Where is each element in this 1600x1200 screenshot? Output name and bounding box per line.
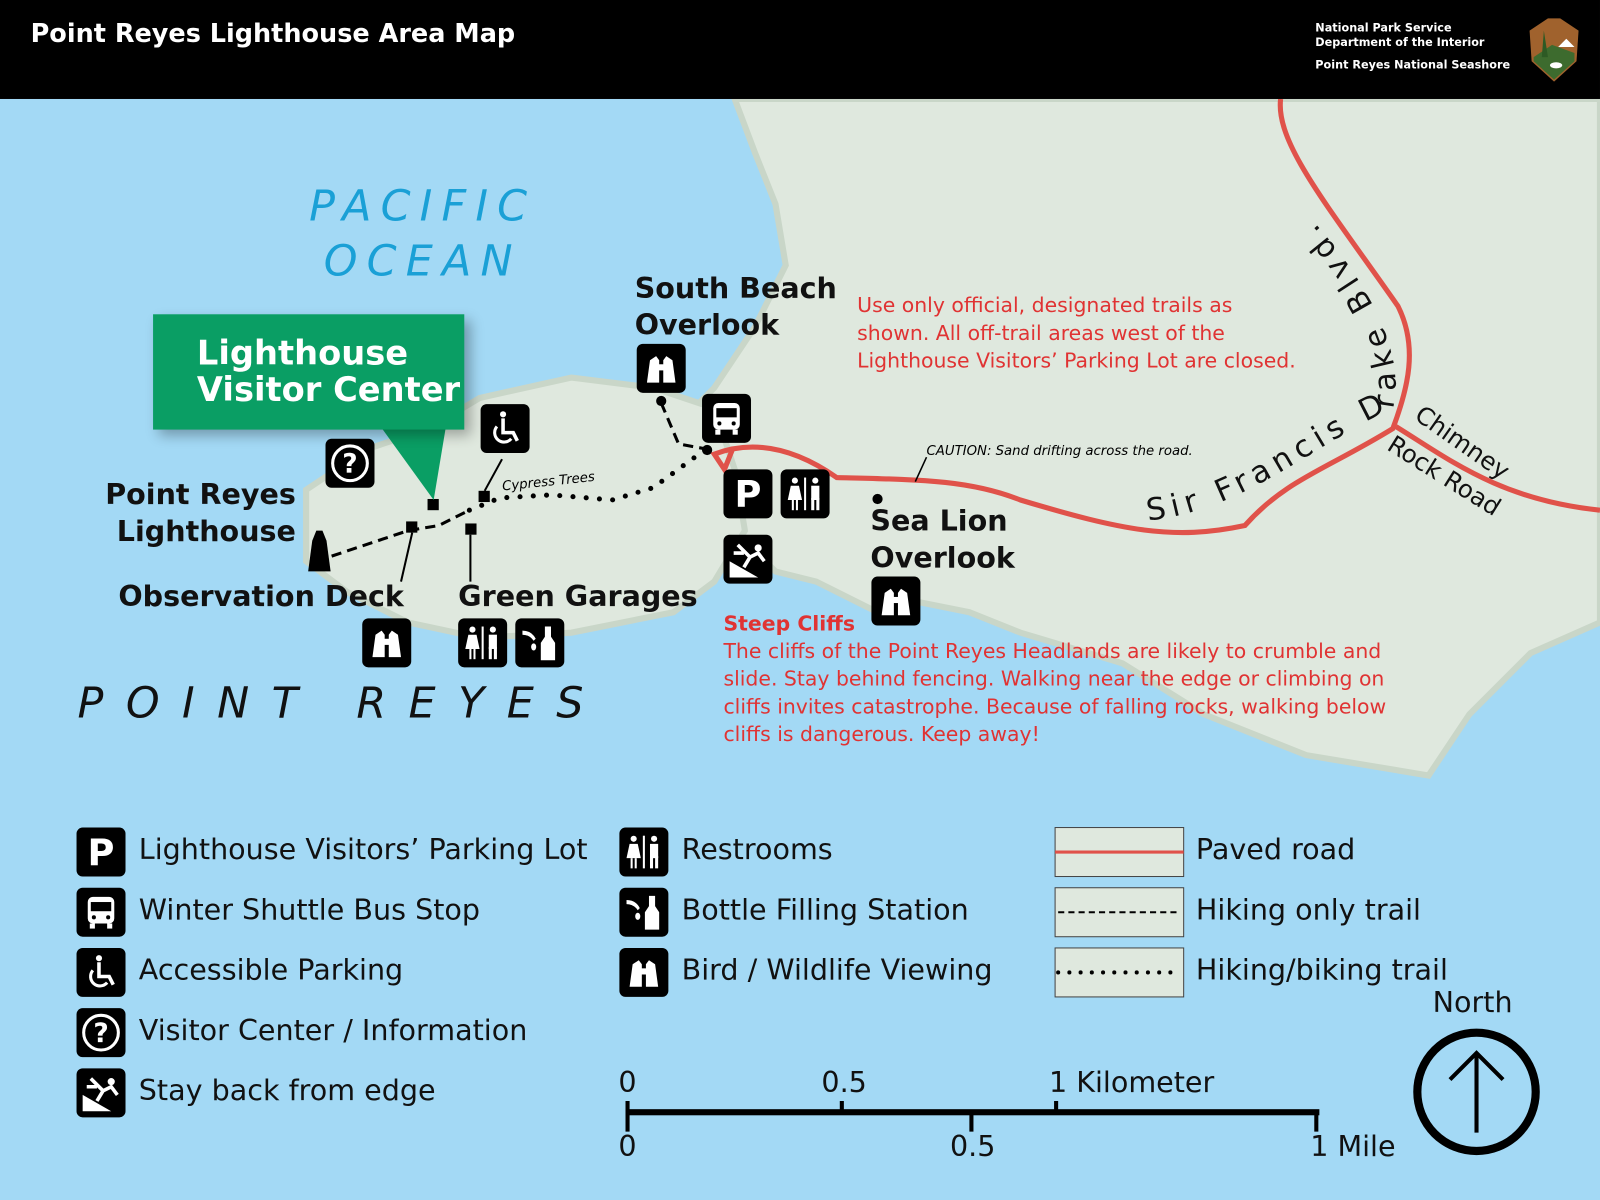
legend-label: Visitor Center / Information	[138, 1013, 528, 1047]
agency-name: National Park Service	[1315, 21, 1452, 35]
park-name: Point Reyes National Seashore	[1315, 58, 1511, 72]
svg-text:P: P	[88, 832, 115, 873]
bottle-icon	[619, 887, 669, 937]
cliff-edge-icon	[76, 1068, 126, 1118]
trail-notice: Use only official, designated trails as s…	[857, 292, 1296, 373]
binoculars-icon[interactable]	[871, 576, 921, 626]
visitor-center-callout: Lighthouse Visitor Center	[153, 314, 465, 430]
legend-label: Lighthouse Visitors’ Parking Lot	[138, 832, 588, 867]
binoculars-icon[interactable]	[636, 343, 686, 393]
nps-arrowhead-logo	[1529, 18, 1579, 82]
bottle-icon[interactable]	[515, 618, 565, 668]
legend-label: Restrooms	[681, 832, 833, 867]
restroom-icon[interactable]	[458, 618, 508, 668]
cliff-edge-icon[interactable]	[723, 534, 773, 584]
scale-tick: 1 Mile	[1310, 1129, 1396, 1164]
legend-label: Bird / Wildlife Viewing	[681, 953, 993, 987]
scale-tick: 0	[618, 1065, 637, 1099]
restroom-icon	[619, 827, 669, 877]
visitor-center-label: Lighthouse	[196, 332, 409, 373]
wheelchair-icon	[76, 947, 126, 997]
legend-label: Hiking/biking trail	[1195, 953, 1448, 987]
scale-tick: 0.5	[821, 1065, 867, 1099]
legend-label: Paved road	[1195, 832, 1356, 867]
legend-label: Hiking only trail	[1195, 892, 1422, 927]
svg-text:?: ?	[93, 1018, 108, 1049]
legend-label: Stay back from edge	[138, 1073, 436, 1108]
map-title: Point Reyes Lighthouse Area Map	[30, 18, 516, 48]
visitor-center-label: Visitor Center	[196, 369, 461, 410]
cliffs-title: Steep Cliffs	[723, 611, 855, 636]
legend-line-swatches	[1054, 827, 1185, 998]
observation-deck-label: Observation Deck	[118, 579, 404, 614]
agency-block: National Park Service Department of the …	[1315, 21, 1510, 72]
north-label: North	[1432, 985, 1513, 1020]
caution-label: CAUTION: Sand drifting across the road.	[926, 443, 1193, 460]
info-icon: ?	[76, 1008, 126, 1058]
lighthouse-label: Point Reyes Lighthouse	[105, 477, 296, 548]
wheelchair-icon[interactable]	[480, 404, 530, 454]
scale-tick: 1 Kilometer	[1048, 1065, 1215, 1099]
scale-tick: 0.5	[949, 1129, 996, 1164]
ocean-label: PACIFIC OCEAN	[309, 180, 537, 286]
point-reyes-label: POINT REYES	[77, 677, 606, 728]
binoculars-icon	[619, 947, 669, 997]
info-icon[interactable]: ?	[325, 438, 375, 488]
svg-text:?: ?	[342, 448, 357, 479]
department-name: Department of the Interior	[1315, 35, 1485, 49]
svg-text:P: P	[734, 473, 761, 514]
bus-icon	[76, 887, 126, 937]
scale-tick: 0	[618, 1129, 637, 1164]
bus-icon[interactable]	[702, 393, 752, 443]
legend-label: Bottle Filling Station	[681, 892, 969, 927]
cliffs-warning: Steep Cliffs The cliffs of the Point Rey…	[723, 611, 1387, 746]
sea-lion-label: Sea Lion Overlook	[870, 504, 1015, 575]
legend-label: Accessible Parking	[138, 953, 404, 987]
parking-icon[interactable]: P	[723, 469, 773, 519]
legend-label: Winter Shuttle Bus Stop	[138, 892, 481, 927]
north-arrow-icon	[1413, 1028, 1540, 1156]
restroom-icon[interactable]	[780, 469, 830, 519]
green-garages-label: Green Garages	[458, 579, 698, 614]
header-bar: Point Reyes Lighthouse Area Map National…	[0, 0, 1600, 99]
binoculars-icon[interactable]	[362, 618, 412, 668]
south-beach-label: South Beach Overlook	[634, 271, 837, 342]
parking-icon: P	[76, 827, 126, 877]
